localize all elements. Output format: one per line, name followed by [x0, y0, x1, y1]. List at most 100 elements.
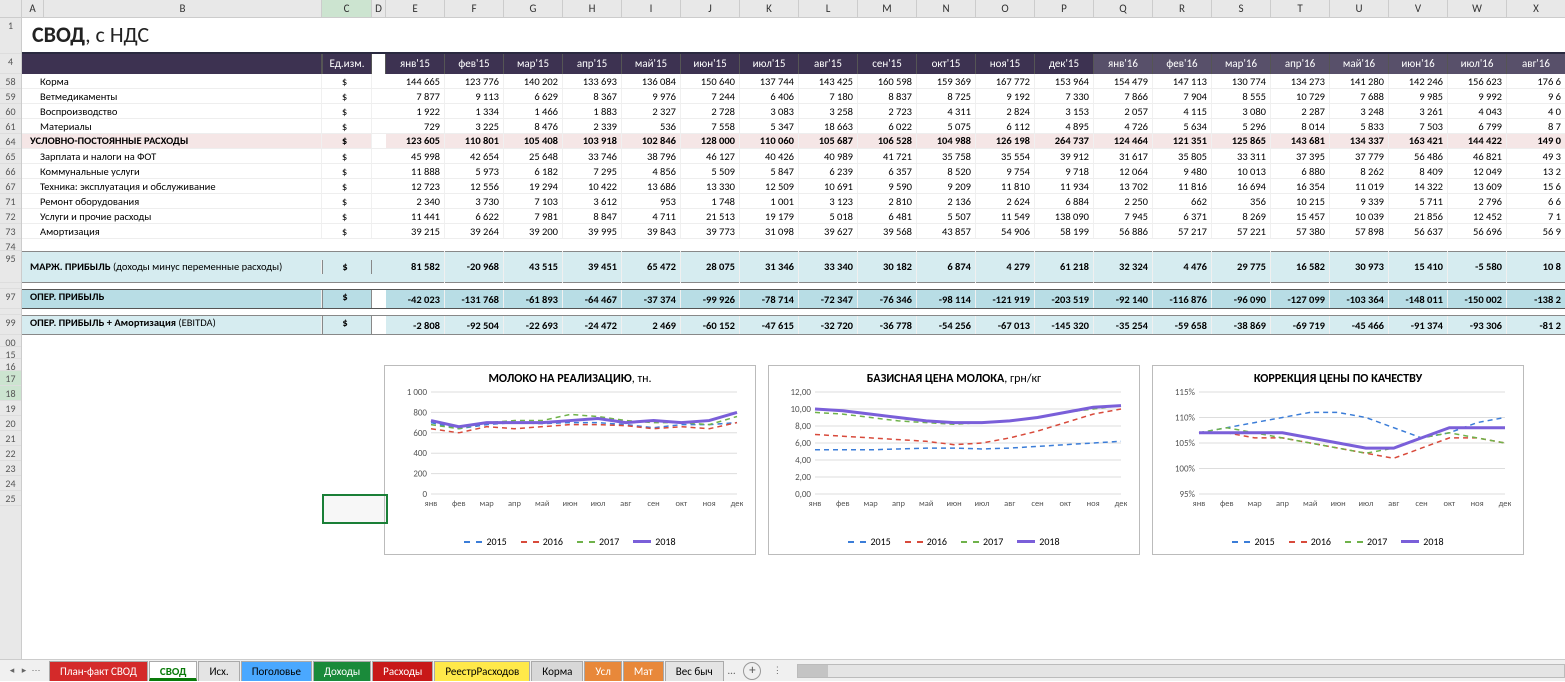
grid[interactable]: СВОД , с НДС Ед.изм. янв'15фев'15мар'15а… — [22, 18, 1565, 659]
column-headers[interactable]: A B C D E F G H I J K L M N O P Q R S T … — [0, 0, 1565, 18]
data-cell[interactable]: 33 311 — [1212, 149, 1271, 163]
add-sheet-button[interactable]: + — [743, 662, 761, 680]
data-cell[interactable]: 110 060 — [740, 134, 799, 148]
data-cell[interactable]: 5 711 — [1389, 194, 1448, 208]
sheet-tabs-bar[interactable]: ◂ ▸ ⋯ План-факт СВОДСВОДИсх.ПоголовьеДох… — [0, 659, 1565, 681]
data-cell[interactable]: 2 327 — [622, 104, 681, 118]
summary-cell[interactable]: -36 778 — [858, 316, 917, 334]
data-cell[interactable]: 19 294 — [504, 179, 563, 193]
data-cell[interactable]: 35 758 — [917, 149, 976, 163]
col-J[interactable]: J — [681, 0, 740, 17]
data-cell[interactable]: 124 464 — [1094, 134, 1153, 148]
data-cell[interactable]: 662 — [1153, 194, 1212, 208]
data-cell[interactable]: 10 013 — [1212, 164, 1271, 178]
data-cell[interactable]: 10 422 — [563, 179, 622, 193]
col-H[interactable]: H — [563, 0, 622, 17]
data-cell[interactable]: 356 — [1212, 194, 1271, 208]
summary-cell[interactable]: 15 410 — [1389, 251, 1448, 283]
data-cell[interactable]: 5 833 — [1330, 119, 1389, 133]
summary-cell[interactable]: -99 926 — [681, 290, 740, 308]
sheet-tab[interactable]: Исх. — [198, 661, 239, 681]
summary-cell[interactable]: 32 324 — [1094, 251, 1153, 283]
data-cell[interactable]: 6 880 — [1271, 164, 1330, 178]
data-cell[interactable]: 4 311 — [917, 104, 976, 118]
data-cell[interactable]: 1 334 — [445, 104, 504, 118]
data-cell[interactable]: 106 528 — [858, 134, 917, 148]
data-cell[interactable]: 6 371 — [1153, 209, 1212, 223]
summary-cell[interactable]: -32 720 — [799, 316, 858, 334]
data-cell[interactable]: 3 612 — [563, 194, 622, 208]
data-cell[interactable]: 123 605 — [386, 134, 445, 148]
summary-cell[interactable]: 29 775 — [1212, 251, 1271, 283]
data-cell[interactable]: 9 192 — [976, 89, 1035, 103]
data-cell[interactable]: 3 080 — [1212, 104, 1271, 118]
summary-cell[interactable]: -69 719 — [1271, 316, 1330, 334]
data-cell[interactable]: 163 421 — [1389, 134, 1448, 148]
summary-cell[interactable]: 31 346 — [740, 251, 799, 283]
data-cell[interactable]: 12 723 — [386, 179, 445, 193]
summary-cell[interactable]: -93 306 — [1448, 316, 1507, 334]
data-cell[interactable]: 142 246 — [1389, 74, 1448, 88]
col-S[interactable]: S — [1212, 0, 1271, 17]
sheet-tab[interactable]: Вес быч — [665, 661, 724, 681]
data-cell[interactable]: 5 347 — [740, 119, 799, 133]
summary-cell[interactable]: -60 152 — [681, 316, 740, 334]
sheet-tab[interactable]: Корма — [531, 661, 583, 681]
summary-cell[interactable]: -24 472 — [563, 316, 622, 334]
data-cell[interactable]: 3 083 — [740, 104, 799, 118]
data-cell[interactable]: 144 422 — [1448, 134, 1507, 148]
data-cell[interactable]: 2 339 — [563, 119, 622, 133]
summary-cell[interactable]: 61 218 — [1035, 251, 1094, 283]
data-cell[interactable]: 8 014 — [1271, 119, 1330, 133]
data-cell[interactable]: 6 022 — [858, 119, 917, 133]
data-cell[interactable]: 138 090 — [1035, 209, 1094, 223]
data-cell[interactable]: 8 725 — [917, 89, 976, 103]
data-cell[interactable]: 3 123 — [799, 194, 858, 208]
data-cell[interactable]: 6 239 — [799, 164, 858, 178]
summary-cell[interactable]: -47 615 — [740, 316, 799, 334]
summary-cell[interactable]: -45 466 — [1330, 316, 1389, 334]
summary-row[interactable]: ОПЕР. ПРИБЫЛЬ$-42 023-131 768-61 893-64 … — [22, 289, 1565, 309]
data-cell[interactable]: 1 001 — [740, 194, 799, 208]
data-cell[interactable]: 6 629 — [504, 89, 563, 103]
data-cell[interactable]: 46 821 — [1448, 149, 1507, 163]
data-cell[interactable]: 5 973 — [445, 164, 504, 178]
data-cell[interactable]: 6 6 — [1507, 194, 1565, 208]
summary-row[interactable]: МАРЖ. ПРИБЫЛЬ (доходы минус переменные р… — [22, 251, 1565, 283]
data-cell[interactable]: 10 039 — [1330, 209, 1389, 223]
data-cell[interactable]: 2 287 — [1271, 104, 1330, 118]
data-cell[interactable]: 38 796 — [622, 149, 681, 163]
data-cell[interactable]: 1 883 — [563, 104, 622, 118]
data-cell[interactable]: 39 773 — [681, 224, 740, 238]
col-O[interactable]: O — [976, 0, 1035, 17]
data-cell[interactable]: 143 425 — [799, 74, 858, 88]
scrollbar-thumb[interactable] — [798, 665, 828, 677]
col-E[interactable]: E — [386, 0, 445, 17]
select-all-corner[interactable] — [0, 0, 22, 17]
data-cell[interactable]: 7 558 — [681, 119, 740, 133]
col-M[interactable]: M — [858, 0, 917, 17]
data-cell[interactable]: 1 922 — [386, 104, 445, 118]
data-cell[interactable]: 4 726 — [1094, 119, 1153, 133]
data-cell[interactable]: 11 441 — [386, 209, 445, 223]
data-cell[interactable]: 7 180 — [799, 89, 858, 103]
data-cell[interactable]: 4 895 — [1035, 119, 1094, 133]
table-row[interactable]: Амортизация$39 21539 26439 20039 99539 8… — [22, 224, 1565, 239]
data-cell[interactable]: 25 648 — [504, 149, 563, 163]
data-cell[interactable]: 130 774 — [1212, 74, 1271, 88]
col-X[interactable]: X — [1507, 0, 1565, 17]
data-cell[interactable]: 2 624 — [976, 194, 1035, 208]
tab-nav-prev-icon[interactable]: ▸ — [18, 663, 30, 679]
data-cell[interactable]: 3 153 — [1035, 104, 1094, 118]
data-cell[interactable]: 54 906 — [976, 224, 1035, 238]
data-cell[interactable]: 9 480 — [1153, 164, 1212, 178]
data-cell[interactable]: 56 486 — [1389, 149, 1448, 163]
data-cell[interactable]: 2 824 — [976, 104, 1035, 118]
table-row[interactable]: Техника: эксплуатация и обслуживание$12 … — [22, 179, 1565, 194]
data-cell[interactable]: 1 466 — [504, 104, 563, 118]
summary-cell[interactable]: 33 340 — [799, 251, 858, 283]
data-cell[interactable]: 13 2 — [1507, 164, 1565, 178]
data-cell[interactable]: 160 598 — [858, 74, 917, 88]
col-T[interactable]: T — [1271, 0, 1330, 17]
data-cell[interactable]: 18 663 — [799, 119, 858, 133]
